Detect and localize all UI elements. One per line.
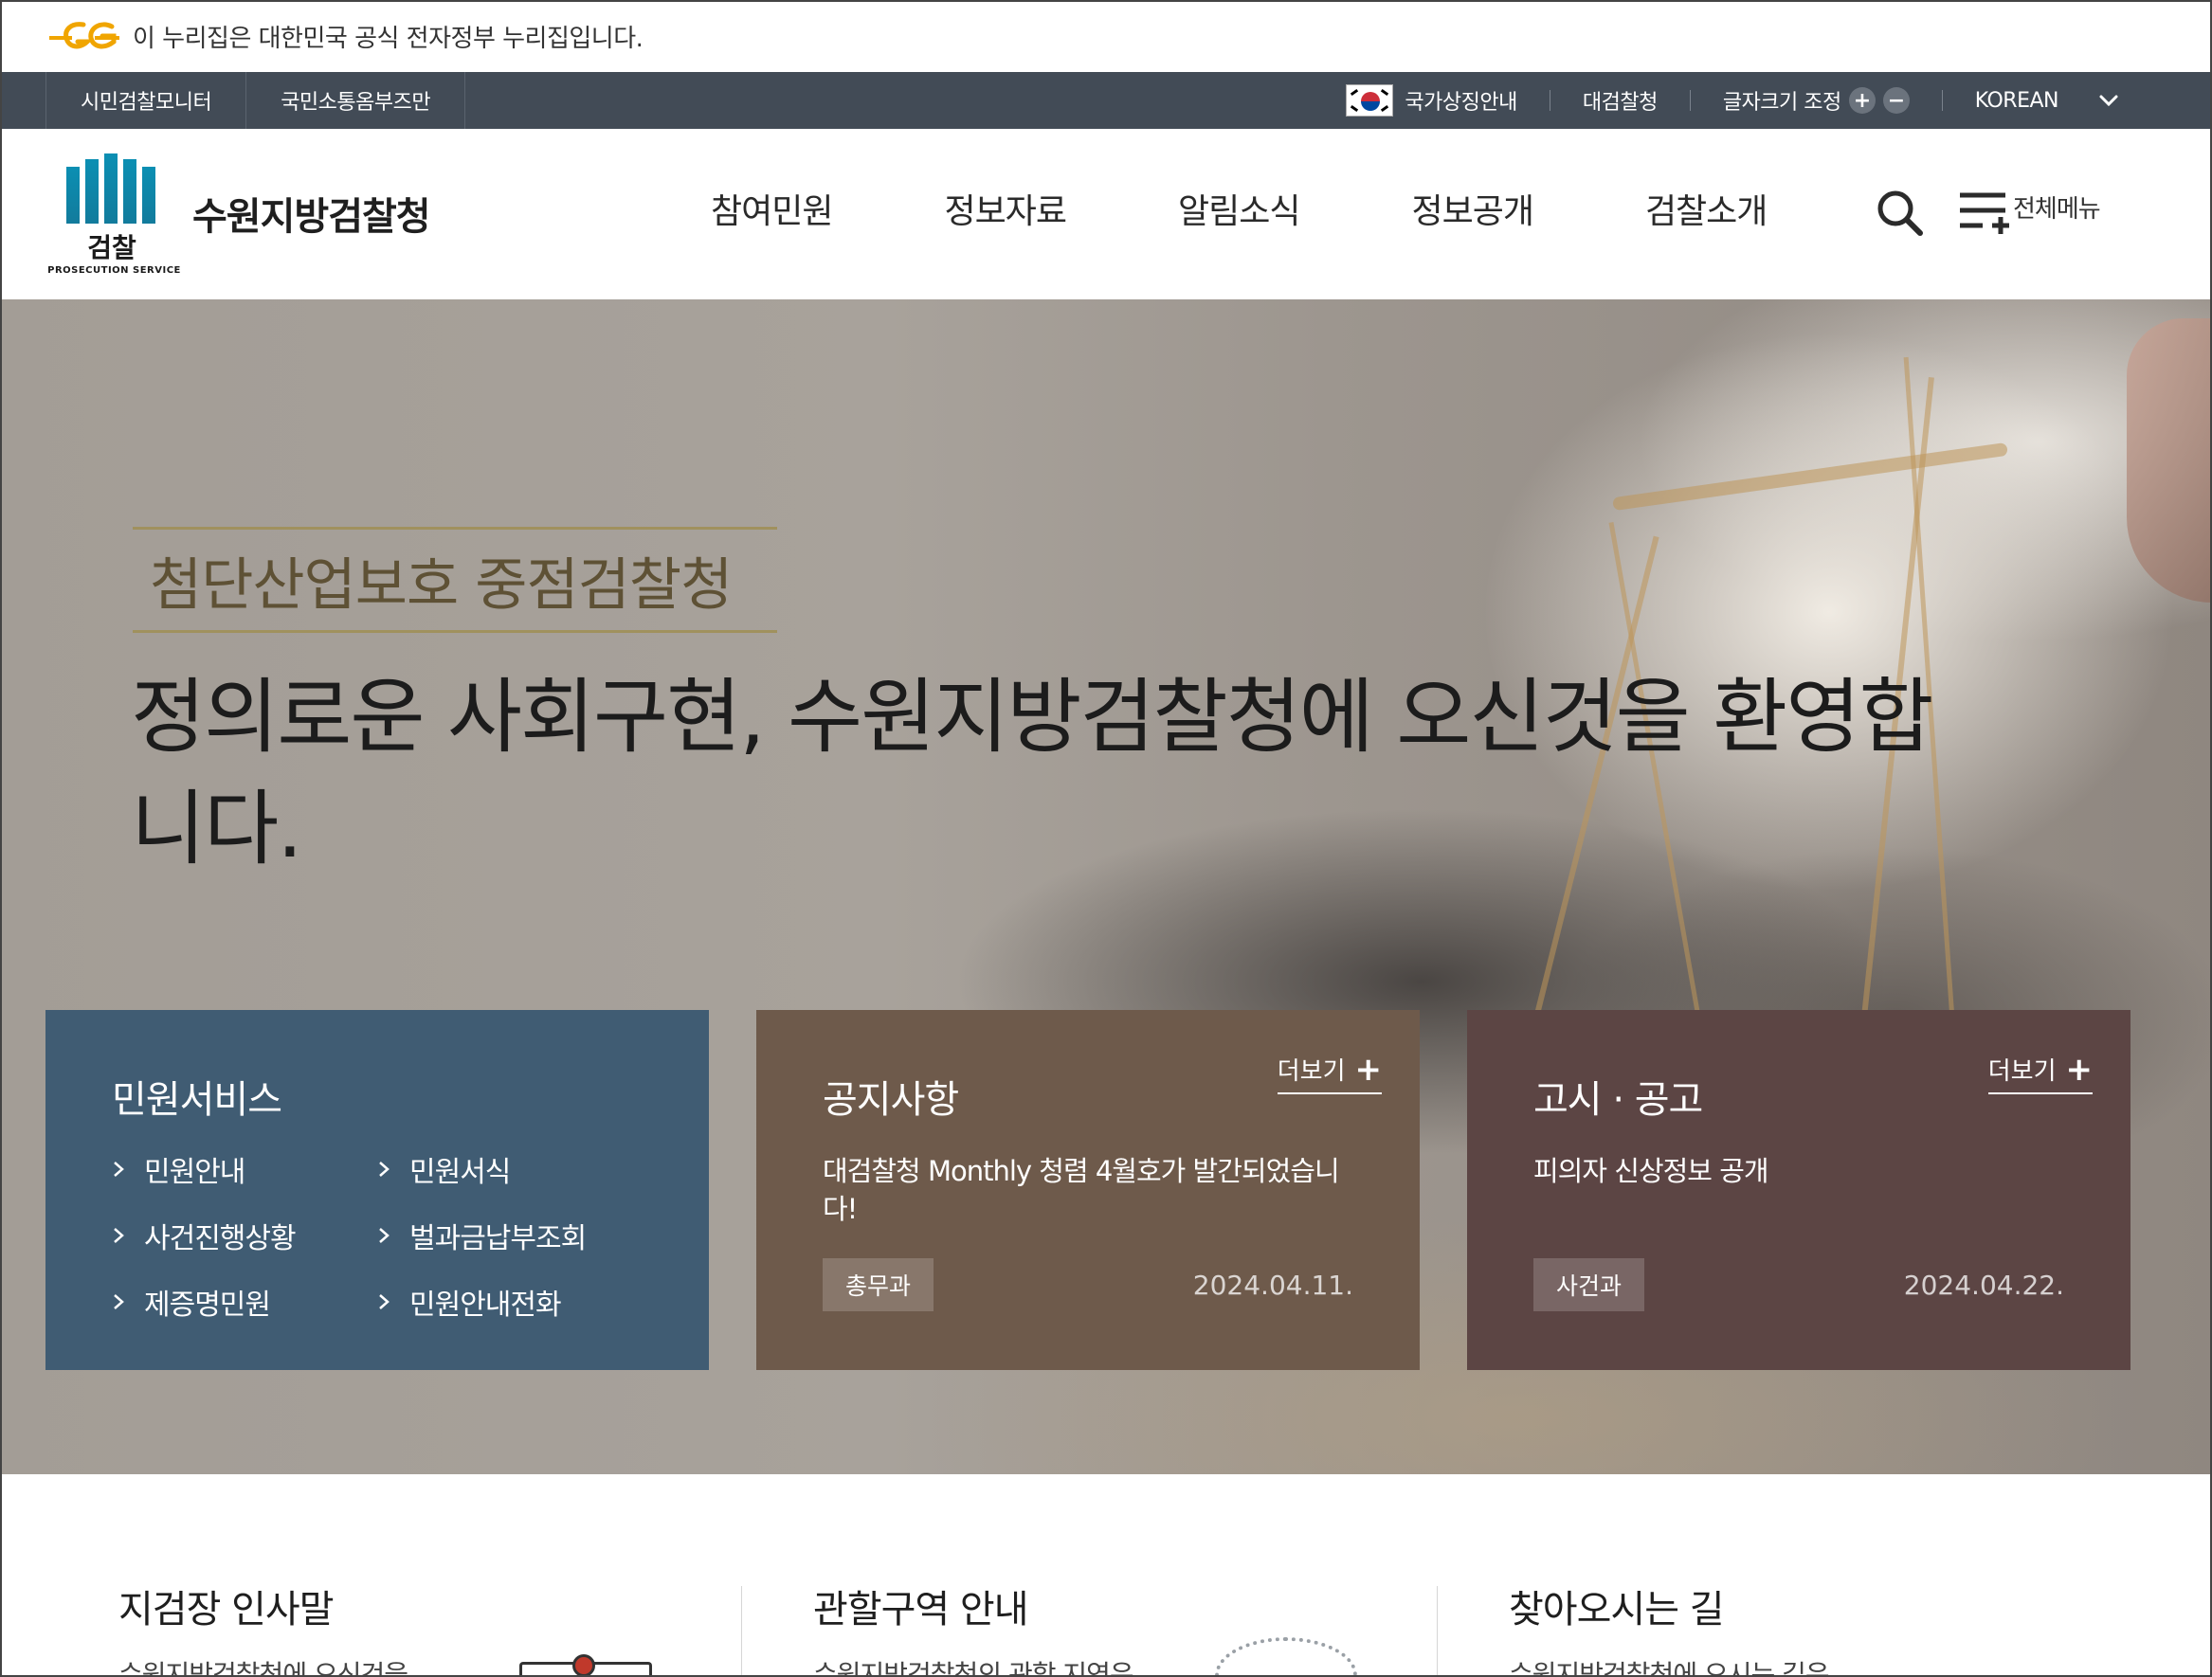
site-name[interactable]: 수원지방검찰청 <box>192 186 431 241</box>
list-item-label: 사건진행상황 <box>144 1222 297 1255</box>
announcement-post-title[interactable]: 피의자 신상정보 공개 <box>1533 1152 2064 1190</box>
chevron-right-icon <box>114 1228 124 1243</box>
greeting-illustration-dot <box>572 1654 595 1677</box>
ombudsman-link[interactable]: 국민소통옴부즈만 <box>245 72 466 129</box>
nav-disclosure[interactable]: 정보공개 <box>1411 184 1533 233</box>
main-navigation: 참여민원 정보자료 알림소식 정보공개 검찰소개 <box>711 184 1878 233</box>
nav-info-resources[interactable]: 정보자료 <box>944 184 1066 233</box>
chevron-right-icon <box>114 1162 124 1177</box>
greeting-text: 수원지방검찰청에 오신것을 <box>118 1659 408 1677</box>
directions-block[interactable]: 찾아오시는 길 수원지방검찰청에 오시는 길은 <box>1509 1578 2204 1677</box>
list-item-label: 벌과금납부조회 <box>409 1222 587 1255</box>
font-increase-button[interactable]: + <box>1848 87 1876 114</box>
all-menu-label: 전체메뉴 <box>2013 195 2101 224</box>
nav-participation[interactable]: 참여민원 <box>711 184 833 233</box>
announcement-date: 2024.04.22. <box>1903 1270 2064 1301</box>
civil-service-list: 민원안내 민원서식 사건진행상황 벌과금납부조회 제증명민원 민원안내전화 <box>112 1148 643 1323</box>
directions-title: 찾아오시는 길 <box>1509 1588 1725 1632</box>
chevron-right-icon <box>379 1294 390 1309</box>
site-header: 검찰 PROSECUTION SERVICE 수원지방검찰청 참여민원 정보자료… <box>0 129 2212 299</box>
list-item-label: 민원안내 <box>144 1156 245 1189</box>
utility-bar: 시민검찰모니터 국민소통옴부즈만 국가상징안내 대검찰청 글자크기 조정 + −… <box>0 72 2212 129</box>
utility-right-links: 국가상징안내 대검찰청 글자크기 조정 + − KOREAN <box>1346 72 2121 129</box>
plus-icon: + <box>1354 1050 1383 1089</box>
intro-section: 지검장 인사말 수원지방검찰청에 오신것을 관할구역 안내 수원지방검찰청의 관… <box>0 1474 2212 1677</box>
chevron-down-icon[interactable] <box>2096 88 2121 113</box>
plus-icon: + <box>2065 1050 2094 1089</box>
greeting-block[interactable]: 지검장 인사말 수원지방검찰청에 오신것을 <box>118 1578 814 1677</box>
notice-more-button[interactable]: 더보기 + <box>1277 1050 1383 1094</box>
gov-official-banner: 이 누리집은 대한민국 공식 전자정부 누리집입니다. <box>0 0 2212 72</box>
announcement-title: 고시 · 공고 <box>1533 1078 1703 1122</box>
prosecution-logo[interactable]: 검찰 PROSECUTION SERVICE <box>45 153 188 277</box>
announcement-panel: 고시 · 공고 더보기 + 피의자 신상정보 공개 사건과 2024.04.22… <box>1467 1010 2130 1370</box>
civil-phone-link[interactable]: 민원안내전화 <box>377 1281 643 1323</box>
greeting-title: 지검장 인사말 <box>118 1588 335 1632</box>
utility-left-links: 시민검찰모니터 국민소통옴부즈만 <box>45 72 466 129</box>
separator <box>1689 90 1691 111</box>
announcement-dept-badge: 사건과 <box>1533 1258 1645 1311</box>
case-progress-link[interactable]: 사건진행상황 <box>112 1215 377 1256</box>
gov-banner-text: 이 누리집은 대한민국 공식 전자정부 누리집입니다. <box>133 24 644 53</box>
civil-service-title: 민원서비스 <box>112 1078 282 1122</box>
tagline-box: 첨단산업보호 중점검찰청 <box>133 527 777 633</box>
scale-beam <box>1612 442 2008 512</box>
all-menu-button[interactable]: 전체메뉴 <box>1958 189 2101 237</box>
more-label: 더보기 <box>1277 1057 1346 1086</box>
national-symbol-link[interactable]: 국가상징안내 <box>1405 85 1517 116</box>
language-select[interactable]: KOREAN <box>1975 89 2059 113</box>
korea-flag-icon <box>1346 84 1394 117</box>
column-divider <box>741 1586 742 1677</box>
hero-tagline: 첨단산업보호 중점검찰청 <box>150 551 733 619</box>
menu-plus-icon <box>1960 192 2009 234</box>
list-item-label: 민원안내전화 <box>409 1289 562 1322</box>
civil-service-panel: 민원서비스 민원안내 민원서식 사건진행상황 벌과금납부조회 제증명민원 민원안… <box>45 1010 709 1370</box>
chevron-right-icon <box>379 1228 390 1243</box>
hand-image <box>2127 318 2212 603</box>
column-divider <box>1437 1586 1438 1677</box>
jurisdiction-text: 수원지방검찰청의 관할 지역은 <box>813 1659 1134 1677</box>
nav-about[interactable]: 검찰소개 <box>1645 184 1768 233</box>
logo-bars-icon <box>66 153 188 224</box>
chevron-right-icon <box>114 1294 124 1309</box>
notice-panel: 공지사항 더보기 + 대검찰청 Monthly 청렴 4월호가 발간되었습니다!… <box>756 1010 1420 1370</box>
announcement-more-button[interactable]: 더보기 + <box>1987 1050 2094 1094</box>
directions-text: 수원지방검찰청에 오시는 길은 <box>1509 1659 1830 1677</box>
supreme-office-link[interactable]: 대검찰청 <box>1583 85 1658 116</box>
logo-korean-text: 검찰 <box>87 232 136 263</box>
jurisdiction-title: 관할구역 안내 <box>813 1588 1029 1632</box>
jurisdiction-block[interactable]: 관할구역 안내 수원지방검찰청의 관할 지역은 <box>813 1578 1509 1677</box>
font-decrease-button[interactable]: − <box>1882 87 1910 114</box>
notice-post-title[interactable]: 대검찰청 Monthly 청렴 4월호가 발간되었습니다! <box>823 1152 1353 1228</box>
nav-news[interactable]: 알림소식 <box>1178 184 1300 233</box>
list-item-label: 제증명민원 <box>144 1289 271 1322</box>
notice-dept-badge: 총무과 <box>823 1258 934 1311</box>
notice-title: 공지사항 <box>823 1078 959 1122</box>
logo-english-text: PROSECUTION SERVICE <box>47 265 181 276</box>
eg-logo-icon <box>49 22 119 49</box>
hero-title: 정의로운 사회구현, 수원지방검찰청에 오신것을 환영합니다. <box>131 670 1933 876</box>
chevron-right-icon <box>379 1162 390 1177</box>
fine-payment-link[interactable]: 벌과금납부조회 <box>377 1215 643 1256</box>
civil-forms-link[interactable]: 민원서식 <box>377 1148 643 1190</box>
more-label: 더보기 <box>1987 1057 2057 1086</box>
hero-banner: 첨단산업보호 중점검찰청 정의로운 사회구현, 수원지방검찰청에 오신것을 환영… <box>0 299 2212 1474</box>
separator <box>1941 90 1943 111</box>
certificate-link[interactable]: 제증명민원 <box>112 1281 377 1323</box>
citizen-monitor-link[interactable]: 시민검찰모니터 <box>45 72 245 129</box>
search-icon[interactable] <box>1875 188 1924 237</box>
notice-date: 2024.04.11. <box>1192 1270 1353 1301</box>
civil-guide-link[interactable]: 민원안내 <box>112 1148 377 1190</box>
list-item-label: 민원서식 <box>409 1156 511 1189</box>
font-size-label: 글자크기 조정 <box>1722 91 1841 115</box>
